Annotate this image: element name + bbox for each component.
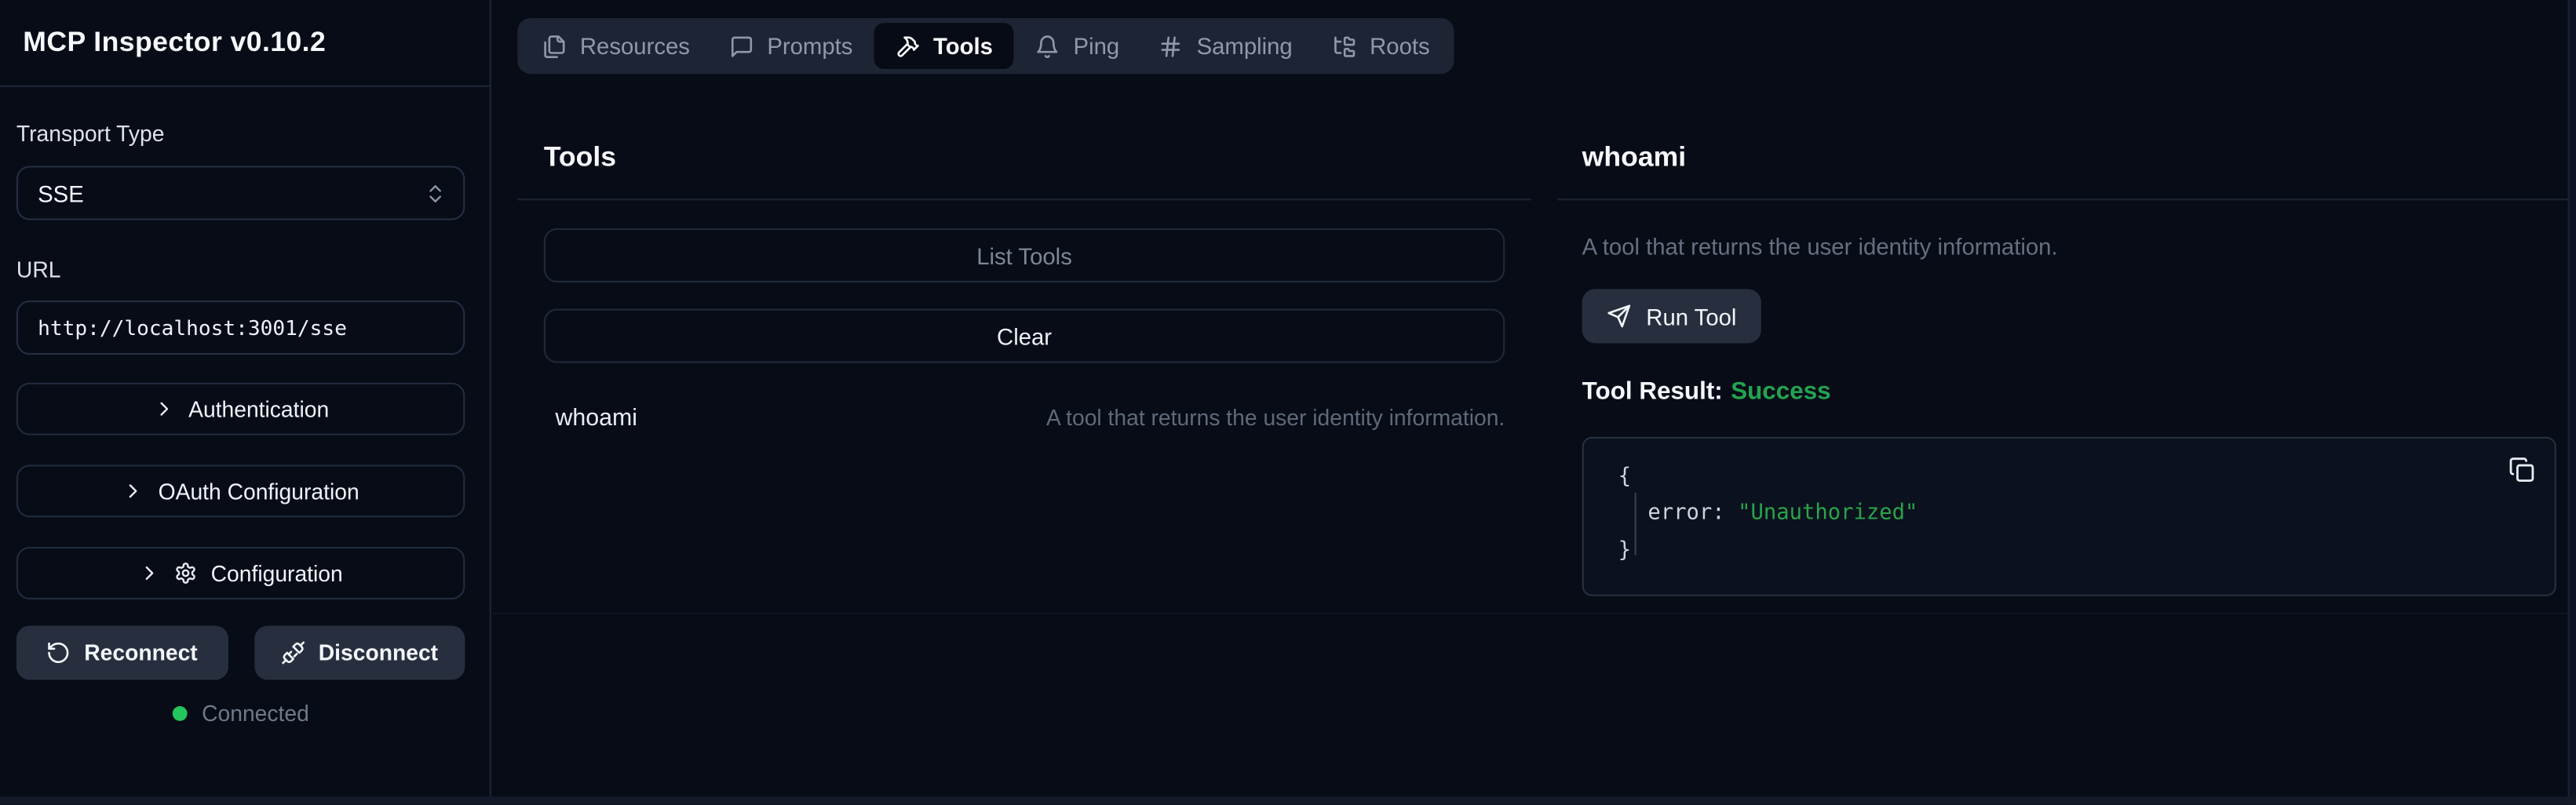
- tab-tools[interactable]: Tools: [874, 23, 1015, 69]
- tab-resources-label: Resources: [580, 33, 690, 59]
- clear-button[interactable]: Clear: [544, 309, 1505, 363]
- code-string-value: "Unauthorized": [1738, 501, 1917, 526]
- indent-guide: [1635, 493, 1636, 555]
- tab-sampling[interactable]: Sampling: [1140, 24, 1310, 67]
- connection-buttons-row: Reconnect Disconnect: [16, 625, 465, 679]
- tool-result-line: Tool Result: Success: [1582, 377, 2568, 406]
- url-label: URL: [16, 258, 465, 282]
- rotate-ccw-icon: [46, 640, 71, 665]
- gear-icon: [175, 562, 198, 585]
- disconnect-button[interactable]: Disconnect: [254, 625, 465, 679]
- bell-icon: [1035, 34, 1060, 58]
- run-tool-button[interactable]: Run Tool: [1582, 289, 1761, 343]
- top-tabbar: Resources Prompts Tools Ping Sampling: [517, 18, 1454, 74]
- transport-type-value: SSE: [38, 180, 84, 206]
- list-tools-button[interactable]: List Tools: [544, 228, 1505, 282]
- tab-tools-label: Tools: [933, 33, 993, 59]
- detail-tool-description: A tool that returns the user identity in…: [1582, 233, 2543, 259]
- tab-roots-label: Roots: [1370, 33, 1430, 59]
- oauth-configuration-accordion-button[interactable]: OAuth Configuration: [16, 464, 465, 517]
- tool-description: A tool that returns the user identity in…: [1046, 406, 1505, 430]
- chevron-right-icon: [152, 398, 175, 421]
- oauth-configuration-label: OAuth Configuration: [159, 479, 359, 503]
- copy-icon[interactable]: [2508, 457, 2534, 483]
- connection-status: Connected: [16, 701, 465, 726]
- tool-detail-pane: whoami A tool that returns the user iden…: [1557, 99, 2567, 596]
- tab-sampling-label: Sampling: [1197, 33, 1293, 59]
- authentication-accordion-button[interactable]: Authentication: [16, 383, 465, 435]
- tool-result-code-block: { error: "Unauthorized" }: [1582, 437, 2556, 596]
- horizontal-scrollbar[interactable]: [0, 796, 2576, 804]
- transport-type-label: Transport Type: [16, 122, 465, 146]
- sidebar-header: MCP Inspector v0.10.2: [0, 0, 490, 87]
- url-input[interactable]: [16, 301, 465, 355]
- configuration-label: Configuration: [211, 561, 343, 585]
- files-icon: [542, 34, 567, 58]
- reconnect-button[interactable]: Reconnect: [16, 625, 228, 679]
- message-square-icon: [729, 34, 753, 58]
- tab-ping[interactable]: Ping: [1017, 24, 1137, 67]
- send-icon: [1607, 304, 1631, 328]
- tab-ping-label: Ping: [1074, 33, 1120, 59]
- tools-pane-header: Tools: [517, 99, 1531, 201]
- tools-pane-title: Tools: [544, 141, 616, 173]
- app-title: MCP Inspector v0.10.2: [23, 26, 326, 59]
- tools-list-pane: Tools List Tools Clear whoami A tool tha…: [517, 99, 1531, 596]
- tab-prompts-label: Prompts: [767, 33, 852, 59]
- unplug-icon: [281, 640, 305, 665]
- detail-pane-header: whoami: [1557, 99, 2567, 201]
- tab-resources[interactable]: Resources: [524, 24, 708, 67]
- tool-list-item-whoami[interactable]: whoami A tool that returns the user iden…: [555, 406, 1505, 432]
- transport-type-select[interactable]: SSE: [16, 166, 465, 220]
- folder-tree-icon: [1332, 34, 1356, 58]
- code-key: error:: [1647, 501, 1724, 526]
- reconnect-label: Reconnect: [84, 640, 197, 665]
- hammer-icon: [896, 34, 920, 58]
- code-line-open: {: [1618, 460, 2555, 497]
- content-bottom-edge: [493, 613, 2576, 614]
- connected-dot: [172, 706, 187, 721]
- chevron-right-icon: [122, 479, 145, 502]
- chevron-right-icon: [139, 562, 162, 585]
- configuration-accordion-button[interactable]: Configuration: [16, 547, 465, 599]
- vertical-scrollbar[interactable]: [2568, 0, 2576, 805]
- tab-prompts[interactable]: Prompts: [711, 24, 870, 67]
- tab-roots[interactable]: Roots: [1314, 24, 1448, 67]
- hash-icon: [1158, 34, 1183, 58]
- connected-label: Connected: [202, 701, 309, 726]
- code-line-error: error: "Unauthorized": [1647, 497, 2554, 534]
- sidebar-body: Transport Type SSE URL Authentication: [0, 87, 490, 726]
- sidebar: MCP Inspector v0.10.2 Transport Type SSE…: [0, 0, 491, 805]
- authentication-label: Authentication: [188, 396, 329, 421]
- tool-result-label: Tool Result:: [1582, 377, 1723, 406]
- run-tool-label: Run Tool: [1646, 303, 1736, 329]
- app-root: MCP Inspector v0.10.2 Transport Type SSE…: [0, 0, 2576, 805]
- chevrons-up-down-icon: [424, 181, 447, 204]
- tool-name: whoami: [555, 406, 637, 432]
- tool-result-status: Success: [1731, 377, 1830, 406]
- clear-label: Clear: [997, 322, 1052, 348]
- code-content: { error: "Unauthorized" }: [1584, 439, 2555, 570]
- disconnect-label: Disconnect: [319, 640, 438, 665]
- code-line-close: }: [1618, 534, 2555, 570]
- detail-pane-title: whoami: [1582, 141, 1686, 173]
- list-tools-label: List Tools: [976, 242, 1072, 268]
- main-content: Tools List Tools Clear whoami A tool tha…: [517, 99, 2567, 596]
